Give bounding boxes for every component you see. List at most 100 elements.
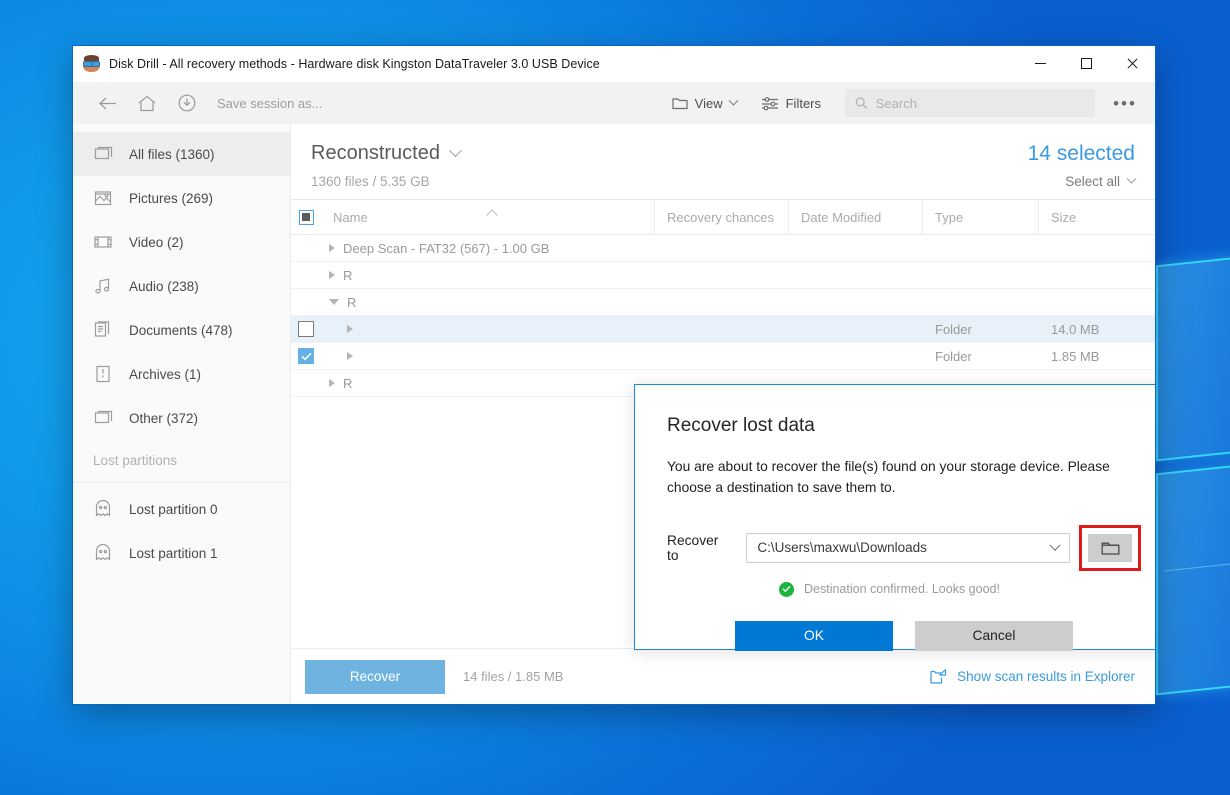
sidebar-item-lost-partition-0[interactable]: Lost partition 0: [73, 487, 290, 531]
folder-icon: [672, 98, 688, 110]
table-row[interactable]: R: [291, 289, 1155, 316]
row-type-cell: Folder: [935, 348, 972, 364]
cancel-button[interactable]: Cancel: [915, 620, 1073, 651]
window-body: All files (1360) Pictures (269) Video (2…: [73, 124, 1155, 704]
filters-label: Filters: [785, 95, 821, 111]
main-header-right: 14 selected Select all: [1028, 142, 1137, 189]
expand-triangle-icon[interactable]: [329, 244, 335, 252]
column-header-name[interactable]: Name: [321, 200, 655, 234]
maximize-button[interactable]: [1063, 46, 1109, 82]
row-size-cell: [1039, 289, 1155, 315]
sidebar-item-documents[interactable]: Documents (478): [73, 308, 290, 352]
ok-button[interactable]: OK: [735, 620, 893, 651]
destination-dropdown[interactable]: C:\Users\maxwu\Downloads: [746, 532, 1070, 563]
audio-icon: [93, 276, 113, 296]
sidebar-item-pictures[interactable]: Pictures (269): [73, 176, 290, 220]
main-panel: Reconstructed 1360 files / 5.35 GB 14 se…: [291, 124, 1155, 704]
save-session-label-button[interactable]: Save session as...: [207, 82, 333, 124]
minimize-button[interactable]: [1017, 46, 1063, 82]
expand-triangle-icon[interactable]: [329, 271, 335, 279]
sidebar-item-all-files[interactable]: All files (1360): [73, 132, 290, 176]
table-row[interactable]: R: [291, 262, 1155, 289]
row-name: Deep Scan - FAT32 (567) - 1.00 GB: [343, 240, 550, 256]
sidebar-item-video[interactable]: Video (2): [73, 220, 290, 264]
dialog-actions: OK Cancel: [667, 620, 1141, 651]
row-name-cell: R: [321, 262, 655, 288]
expand-triangle-icon[interactable]: [347, 325, 353, 333]
search-input[interactable]: [875, 95, 1085, 111]
column-header-date-modified[interactable]: Date Modified: [789, 200, 923, 234]
row-chances-cell: [655, 316, 789, 342]
row-name: R: [347, 294, 357, 310]
windows-wallpaper-logo: [1156, 251, 1230, 696]
filters-button[interactable]: Filters: [751, 88, 831, 118]
search-box[interactable]: [845, 89, 1095, 117]
sidebar-label: Video (2): [129, 234, 184, 250]
row-type-cell: [923, 235, 1039, 261]
row-checkbox-cell[interactable]: [291, 316, 321, 342]
row-name-cell: Deep Scan - FAT32 (567) - 1.00 GB: [321, 235, 655, 261]
select-all-label: Select all: [1065, 174, 1120, 189]
row-checkbox-cell: [291, 235, 321, 261]
scan-scope-dropdown[interactable]: Reconstructed: [311, 142, 1028, 165]
chevron-down-icon: [1126, 173, 1137, 184]
sidebar-item-audio[interactable]: Audio (238): [73, 264, 290, 308]
column-label: Recovery chances: [667, 209, 774, 225]
sidebar-label: Lost partition 0: [129, 501, 218, 517]
folder-browse-icon: [1101, 542, 1119, 555]
row-size-cell: 1.85 MB: [1051, 348, 1100, 364]
documents-icon: [93, 320, 113, 340]
column-header-type[interactable]: Type: [923, 200, 1039, 234]
save-session-button[interactable]: [167, 82, 207, 124]
row-checkbox-cell: [291, 370, 321, 396]
column-header-size[interactable]: Size: [1039, 200, 1155, 234]
row-chances-cell: [655, 262, 789, 288]
view-button[interactable]: View: [662, 88, 747, 118]
recover-button[interactable]: Recover: [305, 659, 445, 694]
row-date-cell: [789, 235, 923, 261]
other-icon: [93, 408, 113, 428]
more-options-button[interactable]: •••: [1107, 85, 1143, 121]
sidebar-item-archives[interactable]: Archives (1): [73, 352, 290, 396]
chevron-down-icon: [728, 95, 739, 106]
select-all-checkbox[interactable]: [291, 200, 321, 234]
checkbox-unchecked-icon: [298, 321, 314, 337]
table-row[interactable]: Folder 1.85 MB: [291, 343, 1155, 370]
sidebar-item-lost-partition-1[interactable]: Lost partition 1: [73, 531, 290, 575]
recover-to-label: Recover to: [667, 532, 719, 563]
row-name: R: [343, 267, 353, 283]
back-button[interactable]: [87, 82, 127, 124]
sidebar-label: Audio (238): [129, 278, 199, 294]
all-files-icon: [93, 144, 113, 164]
check-circle-icon: [779, 581, 794, 597]
close-button[interactable]: [1109, 46, 1155, 82]
row-name-cell: R: [321, 289, 655, 315]
sidebar-label: Lost partition 1: [129, 545, 218, 561]
main-header: Reconstructed 1360 files / 5.35 GB 14 se…: [291, 124, 1155, 199]
row-type-cell: [923, 289, 1039, 315]
row-chances-cell: [655, 343, 789, 369]
sidebar-item-other[interactable]: Other (372): [73, 396, 290, 440]
table-row[interactable]: Folder 14.0 MB: [291, 316, 1155, 343]
page-title: Reconstructed: [311, 142, 440, 164]
filters-sliders-icon: [761, 96, 778, 110]
home-button[interactable]: [127, 82, 167, 124]
table-row[interactable]: Deep Scan - FAT32 (567) - 1.00 GB: [291, 235, 1155, 262]
select-all-dropdown[interactable]: Select all: [1028, 173, 1137, 189]
home-icon: [138, 95, 156, 111]
row-checkbox-cell[interactable]: [291, 343, 321, 369]
title-bar: Disk Drill - All recovery methods - Hard…: [73, 46, 1155, 82]
collapse-triangle-icon[interactable]: [329, 299, 339, 305]
recover-to-row: Recover to C:\Users\maxwu\Downloads: [667, 524, 1141, 571]
save-session-icon: [178, 94, 196, 112]
browse-folder-button[interactable]: [1088, 533, 1132, 562]
browse-button-highlight: [1079, 524, 1141, 571]
expand-triangle-icon[interactable]: [329, 379, 335, 387]
bottom-action-bar: Recover 14 files / 1.85 MB Show scan res…: [291, 648, 1155, 704]
column-header-recovery-chances[interactable]: Recovery chances: [655, 200, 789, 234]
expand-triangle-icon[interactable]: [347, 352, 353, 360]
wallpaper-pane-bottom: [1156, 459, 1230, 696]
row-name-cell: R: [321, 370, 655, 396]
close-icon: [1126, 58, 1138, 70]
show-in-explorer-link[interactable]: Show scan results in Explorer: [930, 668, 1135, 685]
